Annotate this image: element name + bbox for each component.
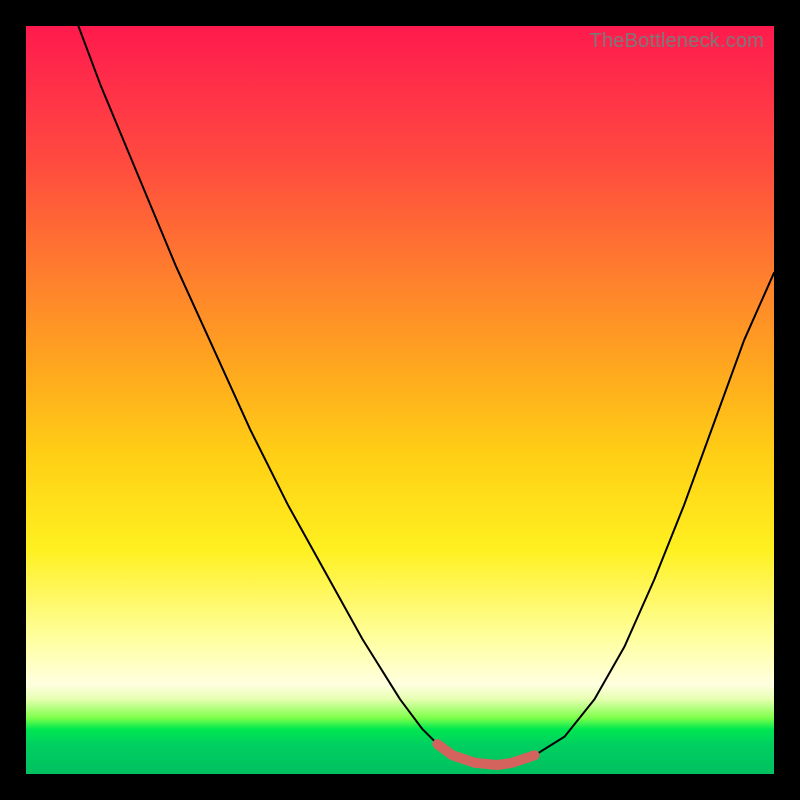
bottleneck-curve-min-highlight <box>437 744 534 765</box>
plot-area: TheBottleneck.com <box>26 26 774 774</box>
chart-svg <box>26 26 774 774</box>
chart-frame: TheBottleneck.com <box>0 0 800 800</box>
bottleneck-curve <box>78 26 774 765</box>
